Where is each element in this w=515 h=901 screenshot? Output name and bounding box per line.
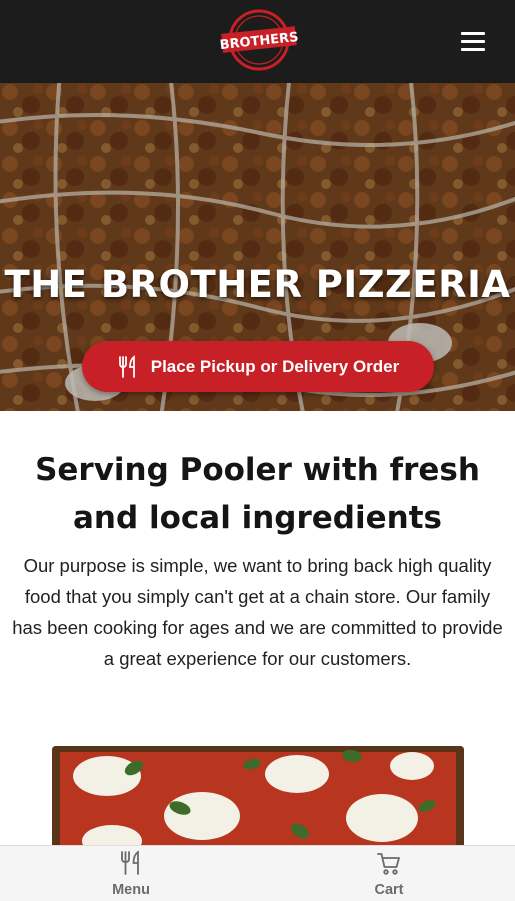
place-order-label: Place Pickup or Delivery Order [150,356,400,376]
cart-icon [377,853,400,875]
hero-title: THE BROTHER PIZZERIA [4,263,511,306]
place-order-button[interactable]: Place Pickup or Delivery Order [82,341,434,392]
pizza-photo [52,746,464,856]
fork-knife-icon [118,354,135,378]
nav-menu[interactable]: Menu [51,846,211,901]
brothers-logo[interactable]: BROTHERS [219,8,299,72]
hamburger-menu-icon[interactable] [459,28,487,54]
nav-cart[interactable]: Cart [309,846,469,901]
fork-knife-icon [121,850,139,875]
top-bar: BROTHERS [0,0,515,83]
hero-banner: THE BROTHER PIZZERIA Place Pickup or Del… [0,83,515,411]
bottom-nav: Menu Cart [0,845,515,901]
nav-menu-label: Menu [112,882,150,898]
about-headline: Serving Pooler with fresh and local ingr… [35,452,480,536]
nav-cart-label: Cart [374,882,404,898]
about-body: Our purpose is simple, we want to bring … [12,555,503,669]
